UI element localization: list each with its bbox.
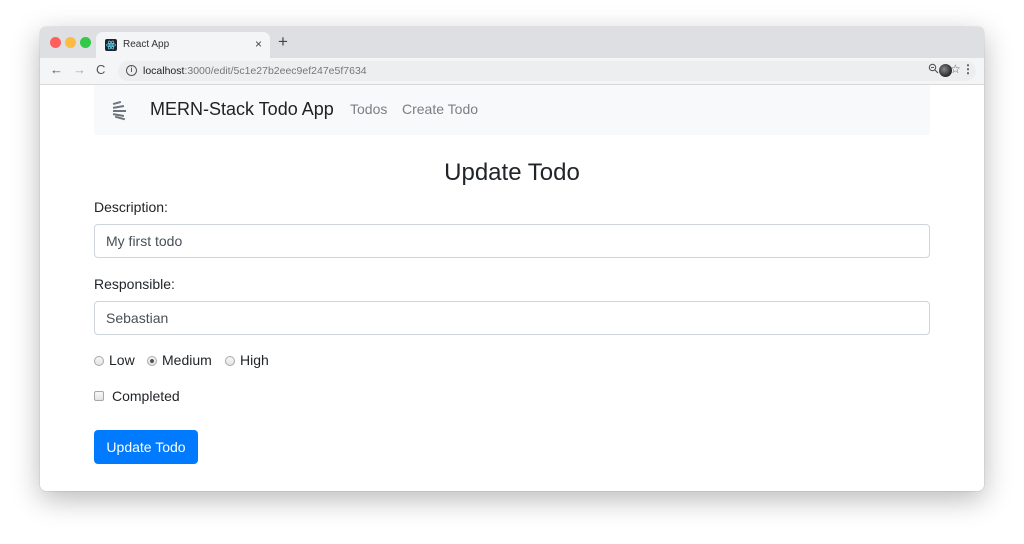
priority-low-label[interactable]: Low — [109, 352, 135, 368]
url-text[interactable]: localhost:3000/edit/5c1e27b2eec9ef247e5f… — [143, 65, 367, 77]
priority-low-radio[interactable] — [94, 356, 104, 366]
nav-link-create-todo[interactable]: Create Todo — [402, 101, 478, 117]
url-path: :3000/edit/5c1e27b2eec9ef247e5f7634 — [184, 65, 367, 77]
priority-high-radio[interactable] — [225, 356, 235, 366]
priority-medium-radio[interactable] — [147, 356, 157, 366]
page-title: Update Todo — [444, 159, 580, 186]
close-window-button[interactable] — [50, 37, 61, 48]
app-navbar: MERN-Stack Todo App Todos Create Todo — [94, 85, 930, 135]
address-bar[interactable]: i localhost:3000/edit/5c1e27b2eec9ef247e… — [118, 61, 976, 81]
browser-window: React App × + ← → C i localhost:3000/edi… — [40, 27, 984, 491]
browser-menu-icon[interactable]: ⋮ — [962, 63, 974, 75]
reload-icon[interactable]: C — [96, 63, 105, 77]
description-input[interactable]: My first todo — [94, 224, 930, 258]
browser-toolbar: ← → C i localhost:3000/edit/5c1e27b2eec9… — [40, 58, 984, 85]
url-host: localhost — [143, 65, 185, 77]
maximize-window-button[interactable] — [80, 37, 91, 48]
nav-link-todos[interactable]: Todos — [350, 101, 387, 117]
completed-label[interactable]: Completed — [112, 388, 180, 404]
info-icon[interactable]: i — [126, 65, 137, 76]
responsible-input[interactable]: Sebastian — [94, 301, 930, 335]
browser-tab[interactable]: React App × — [96, 32, 270, 58]
minimize-window-button[interactable] — [65, 37, 76, 48]
app-brand[interactable]: MERN-Stack Todo App — [150, 99, 334, 120]
priority-medium-label[interactable]: Medium — [162, 352, 212, 368]
forward-arrow-icon[interactable]: → — [73, 63, 86, 77]
new-tab-button[interactable]: + — [278, 33, 288, 50]
back-arrow-icon[interactable]: ← — [50, 63, 63, 77]
tab-title: React App — [123, 39, 170, 50]
responsible-label: Responsible: — [94, 276, 175, 292]
profile-avatar[interactable] — [939, 64, 952, 77]
update-todo-button[interactable]: Update Todo — [94, 430, 198, 464]
react-icon — [105, 39, 117, 51]
tab-strip: React App × + — [40, 27, 984, 58]
completed-checkbox[interactable] — [94, 391, 104, 401]
description-label: Description: — [94, 199, 168, 215]
app-logo-icon[interactable] — [112, 99, 130, 121]
zoom-icon[interactable] — [928, 63, 939, 77]
priority-high-label[interactable]: High — [240, 352, 269, 368]
tab-close-icon[interactable]: × — [255, 37, 262, 51]
